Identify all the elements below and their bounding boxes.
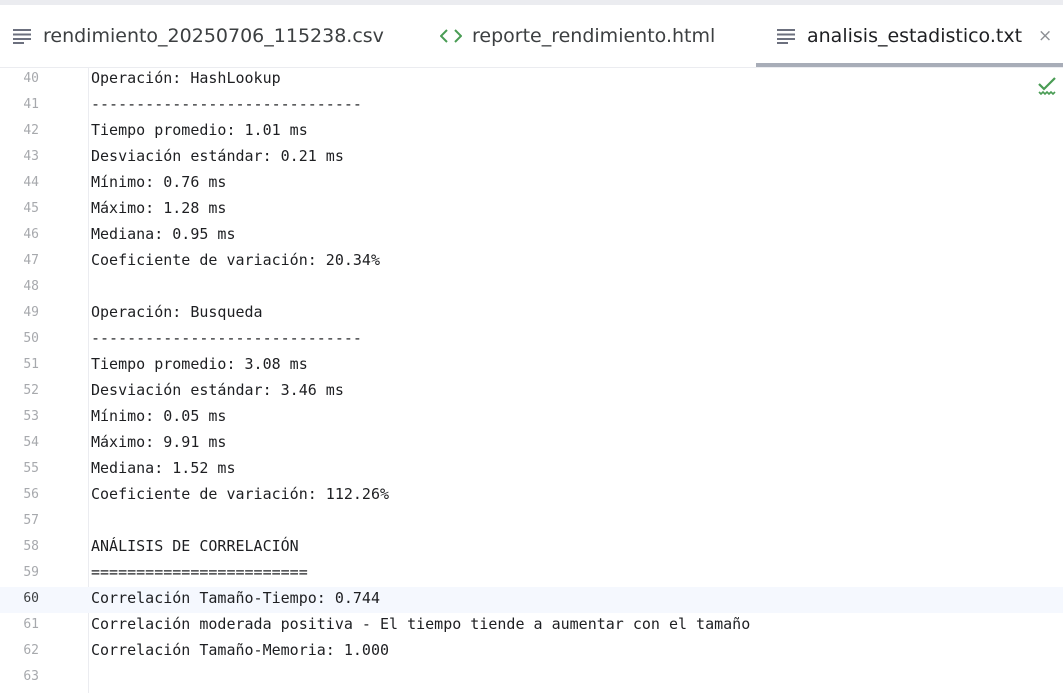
code-line[interactable]: 59 ========================: [0, 561, 1063, 587]
line-text: ------------------------------: [91, 329, 362, 347]
line-text: Máximo: 1.28 ms: [91, 199, 227, 217]
code-line[interactable]: 56 Coeficiente de variación: 112.26%: [0, 483, 1063, 509]
tab-label: analisis_estadistico.txt: [807, 25, 1023, 47]
line-text: Mínimo: 0.76 ms: [91, 173, 227, 191]
line-number: 47: [23, 253, 39, 268]
code-line[interactable]: 45 Máximo: 1.28 ms: [0, 197, 1063, 223]
line-text: Desviación estándar: 0.21 ms: [91, 147, 344, 165]
line-number: 45: [23, 201, 39, 216]
line-text: Tiempo promedio: 1.01 ms: [91, 121, 308, 139]
code-line[interactable]: 61 Correlación moderada positiva - El tie…: [0, 613, 1063, 639]
code-line[interactable]: 46 Mediana: 0.95 ms: [0, 223, 1063, 249]
line-text: Coeficiente de variación: 20.34%: [91, 251, 380, 269]
html-code-icon: [440, 29, 462, 43]
code-line[interactable]: 63: [0, 665, 1063, 691]
line-number: 59: [23, 565, 39, 580]
line-text: Operación: Busqueda: [91, 303, 263, 321]
line-number: 60: [23, 591, 39, 606]
line-number: 52: [23, 383, 39, 398]
line-text: Desviación estándar: 3.46 ms: [91, 381, 344, 399]
line-text: Tiempo promedio: 3.08 ms: [91, 355, 308, 373]
close-tab-icon[interactable]: ×: [1038, 27, 1052, 45]
line-number: 40: [23, 71, 39, 86]
line-number: 48: [23, 279, 39, 294]
text-lines-icon: [13, 29, 31, 44]
line-number: 53: [23, 409, 39, 424]
line-number: 57: [23, 513, 39, 528]
code-line[interactable]: 44 Mínimo: 0.76 ms: [0, 171, 1063, 197]
line-number: 61: [23, 617, 39, 632]
line-number: 54: [23, 435, 39, 450]
line-number: 42: [23, 123, 39, 138]
line-number: 58: [23, 539, 39, 554]
line-number: 63: [23, 669, 39, 684]
line-number: 43: [23, 149, 39, 164]
code-line[interactable]: 57: [0, 509, 1063, 535]
code-line[interactable]: 50 ------------------------------: [0, 327, 1063, 353]
code-line[interactable]: 40 Operación: HashLookup: [0, 67, 1063, 93]
line-number: 49: [23, 305, 39, 320]
line-text: Coeficiente de variación: 112.26%: [91, 485, 390, 503]
code-line[interactable]: 48: [0, 275, 1063, 301]
code-line[interactable]: 49 Operación: Busqueda: [0, 301, 1063, 327]
text-editor[interactable]: 40 Operación: HashLookup 41 ---------------…: [0, 67, 1063, 693]
line-number: 51: [23, 357, 39, 372]
code-line[interactable]: 51 Tiempo promedio: 3.08 ms: [0, 353, 1063, 379]
line-number: 62: [23, 643, 39, 658]
tab-reporte-html[interactable]: reporte_rendimiento.html: [440, 5, 715, 67]
code-line[interactable]: 41 ------------------------------: [0, 93, 1063, 119]
tab-label: rendimiento_20250706_115238.csv: [43, 25, 384, 47]
code-line[interactable]: 62 Correlación Tamaño-Memoria: 1.000: [0, 639, 1063, 665]
line-text: Correlación moderada positiva - El tiemp…: [91, 615, 751, 633]
code-line[interactable]: 43 Desviación estándar: 0.21 ms: [0, 145, 1063, 171]
tab-label: reporte_rendimiento.html: [472, 25, 716, 47]
line-number: 56: [23, 487, 39, 502]
code-line[interactable]: 60 Correlación Tamaño-Tiempo: 0.744: [0, 587, 1063, 613]
code-line[interactable]: 54 Máximo: 9.91 ms: [0, 431, 1063, 457]
code-line[interactable]: 47 Coeficiente de variación: 20.34%: [0, 249, 1063, 275]
line-text: ------------------------------: [91, 95, 362, 113]
tab-analisis-txt[interactable]: analisis_estadistico.txt ×: [756, 5, 1063, 67]
line-text: Correlación Tamaño-Tiempo: 0.744: [91, 589, 380, 607]
line-number: 55: [23, 461, 39, 476]
line-text: Operación: HashLookup: [91, 69, 281, 87]
line-text: Máximo: 9.91 ms: [91, 433, 227, 451]
code-line[interactable]: 58 ANÁLISIS DE CORRELACIÓN: [0, 535, 1063, 561]
line-number: 46: [23, 227, 39, 242]
inspection-ok-check-icon[interactable]: [1037, 77, 1059, 97]
line-text: ========================: [91, 563, 308, 581]
editor-tab-bar: rendimiento_20250706_115238.csv reporte_…: [0, 5, 1063, 68]
line-number: 41: [23, 97, 39, 112]
line-text: Mediana: 1.52 ms: [91, 459, 236, 477]
line-number: 44: [23, 175, 39, 190]
line-number: 50: [23, 331, 39, 346]
line-text: Mediana: 0.95 ms: [91, 225, 236, 243]
code-line[interactable]: 42 Tiempo promedio: 1.01 ms: [0, 119, 1063, 145]
code-line[interactable]: 55 Mediana: 1.52 ms: [0, 457, 1063, 483]
code-line[interactable]: 53 Mínimo: 0.05 ms: [0, 405, 1063, 431]
line-text: Correlación Tamaño-Memoria: 1.000: [91, 641, 390, 659]
code-line[interactable]: 52 Desviación estándar: 3.46 ms: [0, 379, 1063, 405]
line-text: ANÁLISIS DE CORRELACIÓN: [91, 537, 299, 555]
line-text: Mínimo: 0.05 ms: [91, 407, 227, 425]
tab-rendimiento-csv[interactable]: rendimiento_20250706_115238.csv: [13, 5, 384, 67]
text-lines-icon: [777, 29, 795, 44]
